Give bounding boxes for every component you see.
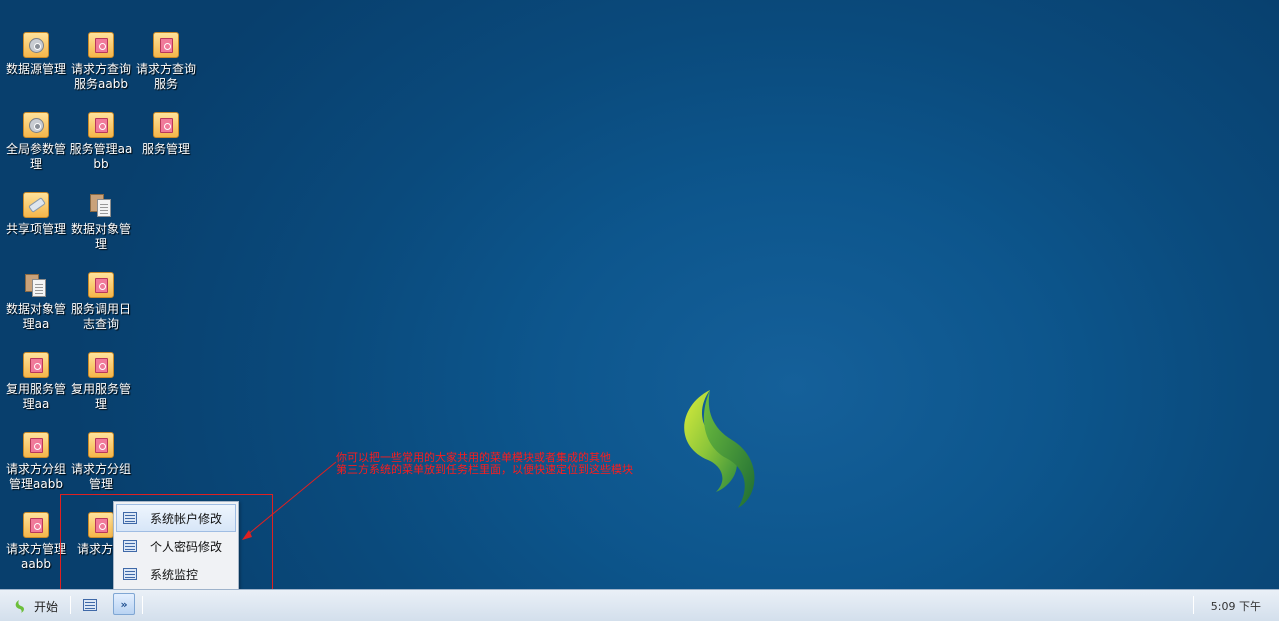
taskbar-clock: 5:09 下午 bbox=[1210, 600, 1261, 613]
taskbar-quick-menu: 系统帐户修改 个人密码修改 系统监控 bbox=[113, 501, 239, 590]
menu-item-label: 系统监控 bbox=[150, 567, 199, 582]
list-icon bbox=[123, 568, 137, 580]
desktop-icon-reuse-service[interactable]: 复用服务管理 bbox=[68, 352, 134, 412]
annotation-text: 你可以把一些常用的大家共用的菜单模块或者集成的其他 第三方系统的菜单放到任务栏里… bbox=[336, 452, 633, 476]
desktop-icon-requester-query-aabb[interactable]: 请求方查询服务aabb bbox=[68, 32, 134, 92]
start-button[interactable]: 开始 bbox=[10, 595, 62, 617]
form-icon bbox=[88, 512, 114, 538]
pencil-icon bbox=[23, 192, 49, 218]
desktop-icon-service-mgmt[interactable]: 服务管理 bbox=[133, 112, 199, 157]
taskbar-more-button[interactable]: » bbox=[113, 593, 135, 615]
form-icon bbox=[23, 432, 49, 458]
menu-item-label: 系统帐户修改 bbox=[150, 511, 223, 526]
form-icon bbox=[88, 32, 114, 58]
form-icon bbox=[88, 352, 114, 378]
desktop-icon-requester-query[interactable]: 请求方查询服务 bbox=[133, 32, 199, 92]
desktop-icon-label: 服务管理 bbox=[141, 142, 190, 156]
taskbar-app-button[interactable] bbox=[78, 594, 102, 616]
taskbar-separator bbox=[1193, 596, 1194, 614]
gear-icon bbox=[23, 112, 49, 138]
form-icon bbox=[153, 112, 179, 138]
form-icon bbox=[88, 432, 114, 458]
form-icon bbox=[23, 352, 49, 378]
leaf-icon bbox=[15, 600, 24, 613]
desktop-icon-data-object-aa[interactable]: 数据对象管理aa bbox=[3, 272, 69, 332]
desktop-icon-reuse-service-aa[interactable]: 复用服务管理aa bbox=[3, 352, 69, 412]
desktop-icon-data-object[interactable]: 数据对象管理 bbox=[68, 192, 134, 252]
form-icon bbox=[88, 272, 114, 298]
double-chevron-right-icon: » bbox=[120, 597, 128, 611]
desktop-icon-label: 全局参数管理 bbox=[5, 142, 66, 171]
desktop-icon-label: 共享项管理 bbox=[5, 222, 66, 236]
desktop-icon-label: 请求方查询服务 bbox=[135, 62, 196, 91]
list-icon bbox=[123, 540, 137, 552]
leaf-logo bbox=[684, 390, 755, 508]
desktop-icon-label: 数据对象管理aa bbox=[5, 302, 66, 331]
menu-item-system-account-edit[interactable]: 系统帐户修改 bbox=[116, 504, 236, 532]
taskbar-separator bbox=[70, 596, 71, 614]
documents-icon bbox=[88, 192, 114, 218]
start-button-label: 开始 bbox=[34, 599, 59, 614]
desktop-icon-requester-group-aabb[interactable]: 请求方分组管理aabb bbox=[3, 432, 69, 492]
desktop-icon-service-call-log[interactable]: 服务调用日志查询 bbox=[68, 272, 134, 332]
taskbar: 开始 » 5:09 下午 bbox=[0, 589, 1279, 621]
form-icon bbox=[153, 32, 179, 58]
desktop-icon-label: 服务管理aabb bbox=[69, 142, 133, 171]
desktop-icon-label: 复用服务管理 bbox=[70, 382, 131, 411]
list-icon bbox=[123, 512, 137, 524]
gear-icon bbox=[23, 32, 49, 58]
desktop-icon-label: 服务调用日志查询 bbox=[70, 302, 131, 331]
list-icon bbox=[83, 599, 97, 611]
desktop-icon-label: 请求方分组管理 bbox=[70, 462, 131, 491]
desktop-icon-label: 数据对象管理 bbox=[70, 222, 131, 251]
desktop-icon-requester-aabb[interactable]: 请求方管理aabb bbox=[3, 512, 69, 572]
desktop-icon-global-params[interactable]: 全局参数管理 bbox=[3, 112, 69, 172]
desktop-icon-service-mgmt-aabb[interactable]: 服务管理aabb bbox=[68, 112, 134, 172]
annotation-line: 第三方系统的菜单放到任务栏里面，以便快速定位到这些模块 bbox=[336, 463, 633, 476]
menu-item-password-edit[interactable]: 个人密码修改 bbox=[116, 532, 236, 560]
desktop-icon-label: 请求方管理aabb bbox=[5, 542, 66, 571]
menu-item-system-monitor[interactable]: 系统监控 bbox=[116, 560, 236, 588]
taskbar-separator bbox=[142, 596, 143, 614]
desktop-icon-datasource[interactable]: 数据源管理 bbox=[3, 32, 69, 77]
desktop-icon-label: 数据源管理 bbox=[5, 62, 66, 76]
desktop-icon-label: 请求方查询服务aabb bbox=[70, 62, 131, 91]
form-icon bbox=[23, 512, 49, 538]
desktop-icon-label: 请求方分组管理aabb bbox=[5, 462, 66, 491]
form-icon bbox=[88, 112, 114, 138]
desktop-icon-label: 复用服务管理aa bbox=[5, 382, 66, 411]
desktop-icon-shared-items[interactable]: 共享项管理 bbox=[3, 192, 69, 237]
documents-icon bbox=[23, 272, 49, 298]
menu-item-label: 个人密码修改 bbox=[150, 539, 223, 554]
desktop-icon-requester-group[interactable]: 请求方分组管理 bbox=[68, 432, 134, 492]
